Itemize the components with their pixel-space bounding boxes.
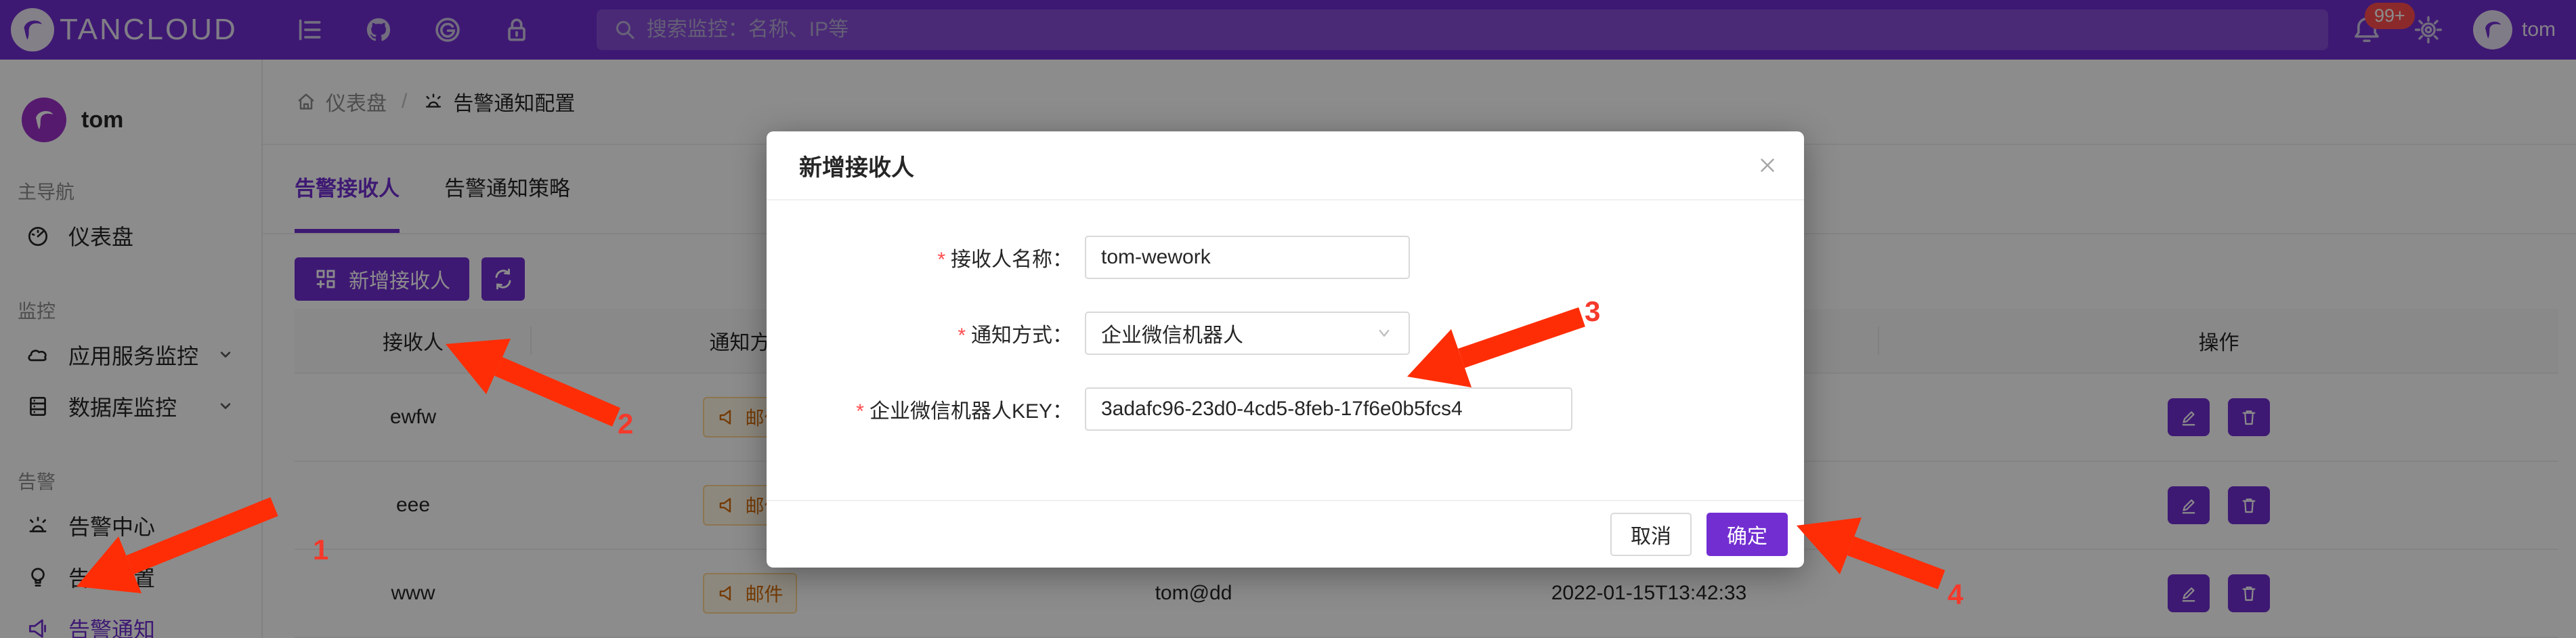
notify-method-select[interactable]: 企业微信机器人 — [1085, 312, 1410, 355]
modal-title: 新增接收人 — [799, 149, 914, 182]
wework-robot-key-input[interactable] — [1085, 387, 1572, 431]
close-icon[interactable] — [1754, 152, 1781, 179]
cancel-button[interactable]: 取消 — [1610, 513, 1692, 556]
modal-footer: 取消 确定 — [767, 500, 1804, 568]
required-mark: * — [856, 400, 864, 423]
select-value: 企业微信机器人 — [1101, 318, 1375, 348]
modal-body: *接收人名称： *通知方式： 企业微信机器人 *企业微信机器人KEY： — [767, 200, 1804, 431]
form-row-notify-method: *通知方式： 企业微信机器人 — [767, 312, 1804, 355]
field-label: *企业微信机器人KEY： — [767, 394, 1085, 424]
receiver-name-input[interactable] — [1085, 236, 1410, 279]
form-row-receiver-name: *接收人名称： — [767, 236, 1804, 279]
required-mark: * — [958, 324, 966, 347]
required-mark: * — [937, 249, 945, 271]
form-row-wework-key: *企业微信机器人KEY： — [767, 387, 1804, 431]
modal-header: 新增接收人 — [767, 131, 1804, 200]
add-receiver-modal: 新增接收人 *接收人名称： *通知方式： 企业微信机器人 *企业微信机器人KEY… — [767, 131, 1804, 568]
page: TANCLOUD 99+ — [0, 0, 2576, 638]
field-label: *通知方式： — [767, 318, 1085, 348]
chevron-down-icon — [1375, 324, 1394, 343]
confirm-button[interactable]: 确定 — [1706, 513, 1788, 556]
field-label: *接收人名称： — [767, 242, 1085, 272]
